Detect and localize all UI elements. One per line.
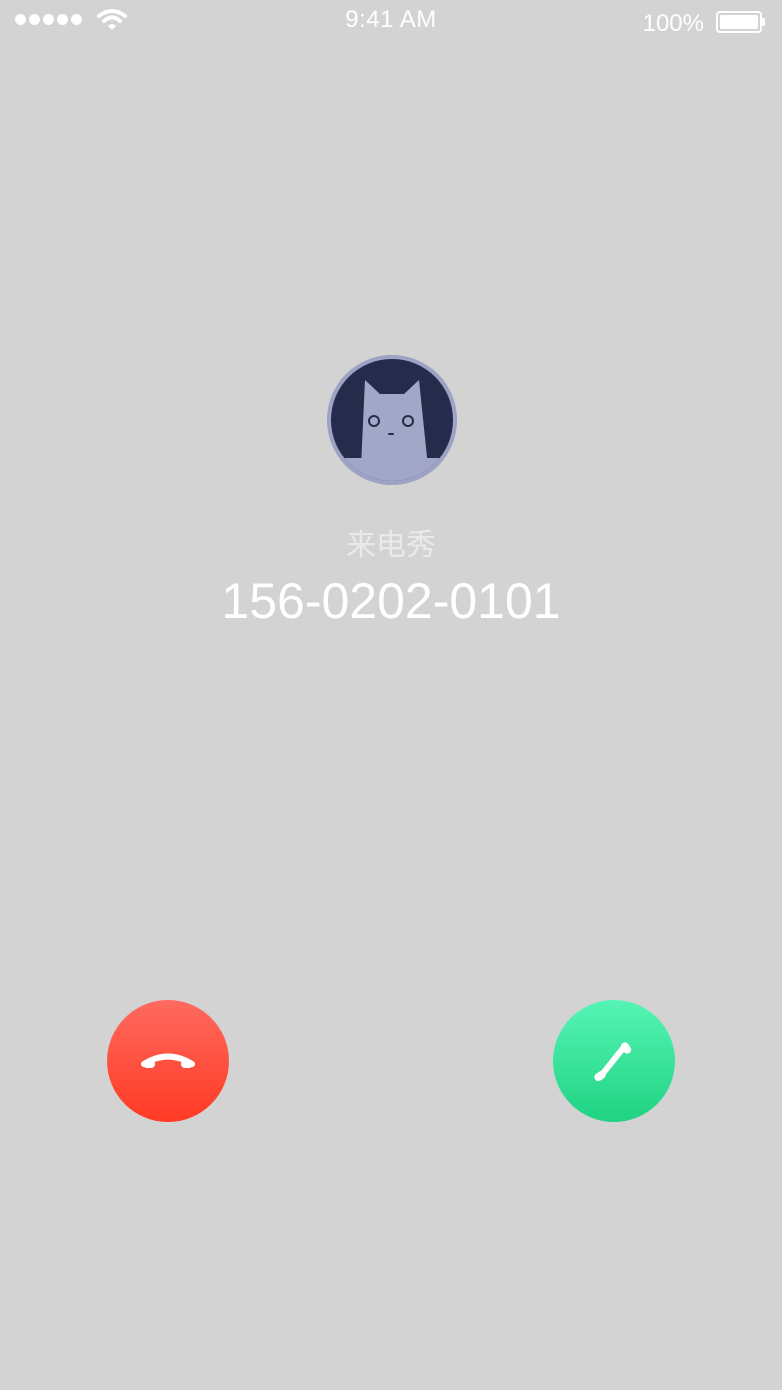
caller-label: 来电秀 <box>346 528 436 563</box>
phone-answer-icon <box>594 1042 632 1082</box>
status-bar: 9:41 AM 100% <box>0 0 782 44</box>
battery-percent: 100% <box>642 10 704 37</box>
cat-avatar-icon <box>327 355 457 485</box>
decline-call-button[interactable] <box>107 1000 229 1122</box>
battery-icon <box>716 11 765 33</box>
caller-avatar <box>327 355 457 485</box>
phone-hangup-icon <box>141 1053 195 1068</box>
caller-number: 156-0202-0101 <box>221 573 561 629</box>
accept-call-button[interactable] <box>553 1000 675 1122</box>
